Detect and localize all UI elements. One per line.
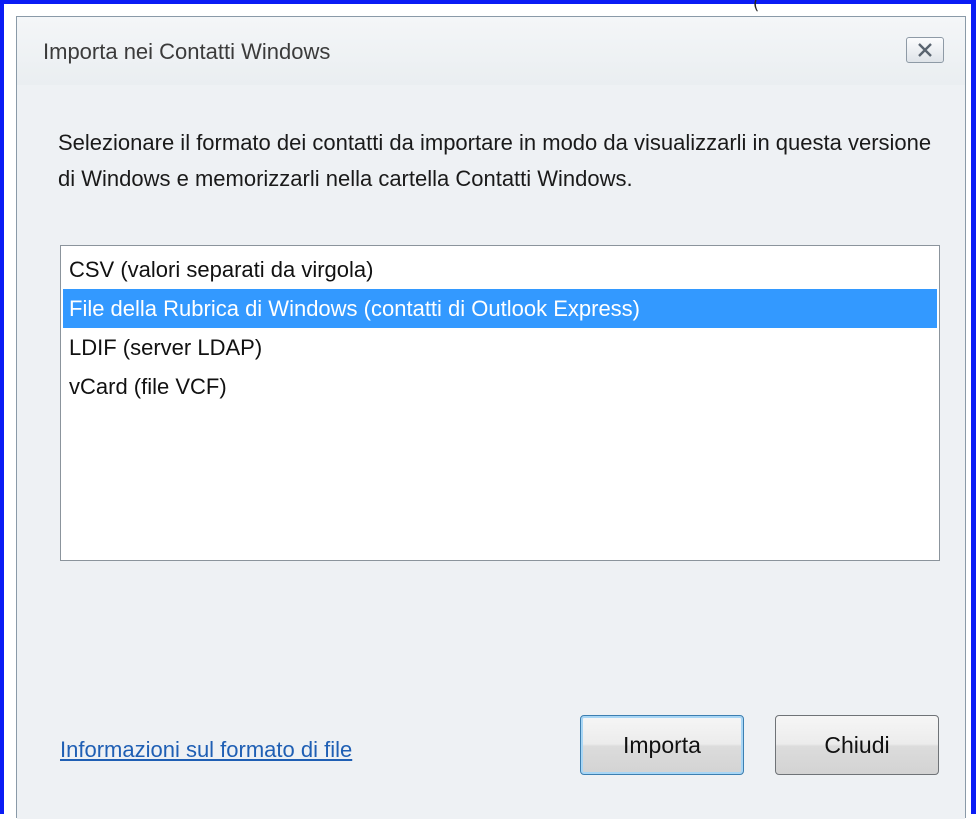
file-format-info-link[interactable]: Informazioni sul formato di file bbox=[60, 737, 352, 763]
instructions-text: Selezionare il formato dei contatti da i… bbox=[58, 130, 932, 191]
import-dialog: Importa nei Contatti Windows Selezionare… bbox=[16, 16, 966, 819]
list-item-vcard[interactable]: vCard (file VCF) bbox=[63, 367, 937, 406]
close-dialog-button[interactable]: Chiudi bbox=[775, 715, 939, 775]
close-icon bbox=[917, 43, 933, 57]
title-bar[interactable]: Importa nei Contatti Windows bbox=[17, 17, 965, 85]
list-item-windows-address-book[interactable]: File della Rubrica di Windows (contatti … bbox=[63, 289, 937, 328]
close-button[interactable] bbox=[906, 37, 944, 63]
outer-frame: ( Importa nei Contatti Windows Seleziona… bbox=[0, 0, 976, 819]
dialog-content: Selezionare il formato dei contatti da i… bbox=[17, 85, 965, 819]
format-listbox[interactable]: CSV (valori separati da virgola) File de… bbox=[60, 245, 940, 561]
list-item-ldif[interactable]: LDIF (server LDAP) bbox=[63, 328, 937, 367]
import-button[interactable]: Importa bbox=[580, 715, 744, 775]
dialog-title: Importa nei Contatti Windows bbox=[43, 39, 331, 64]
list-item-csv[interactable]: CSV (valori separati da virgola) bbox=[63, 250, 937, 289]
corner-glyph: ( bbox=[753, 0, 760, 13]
